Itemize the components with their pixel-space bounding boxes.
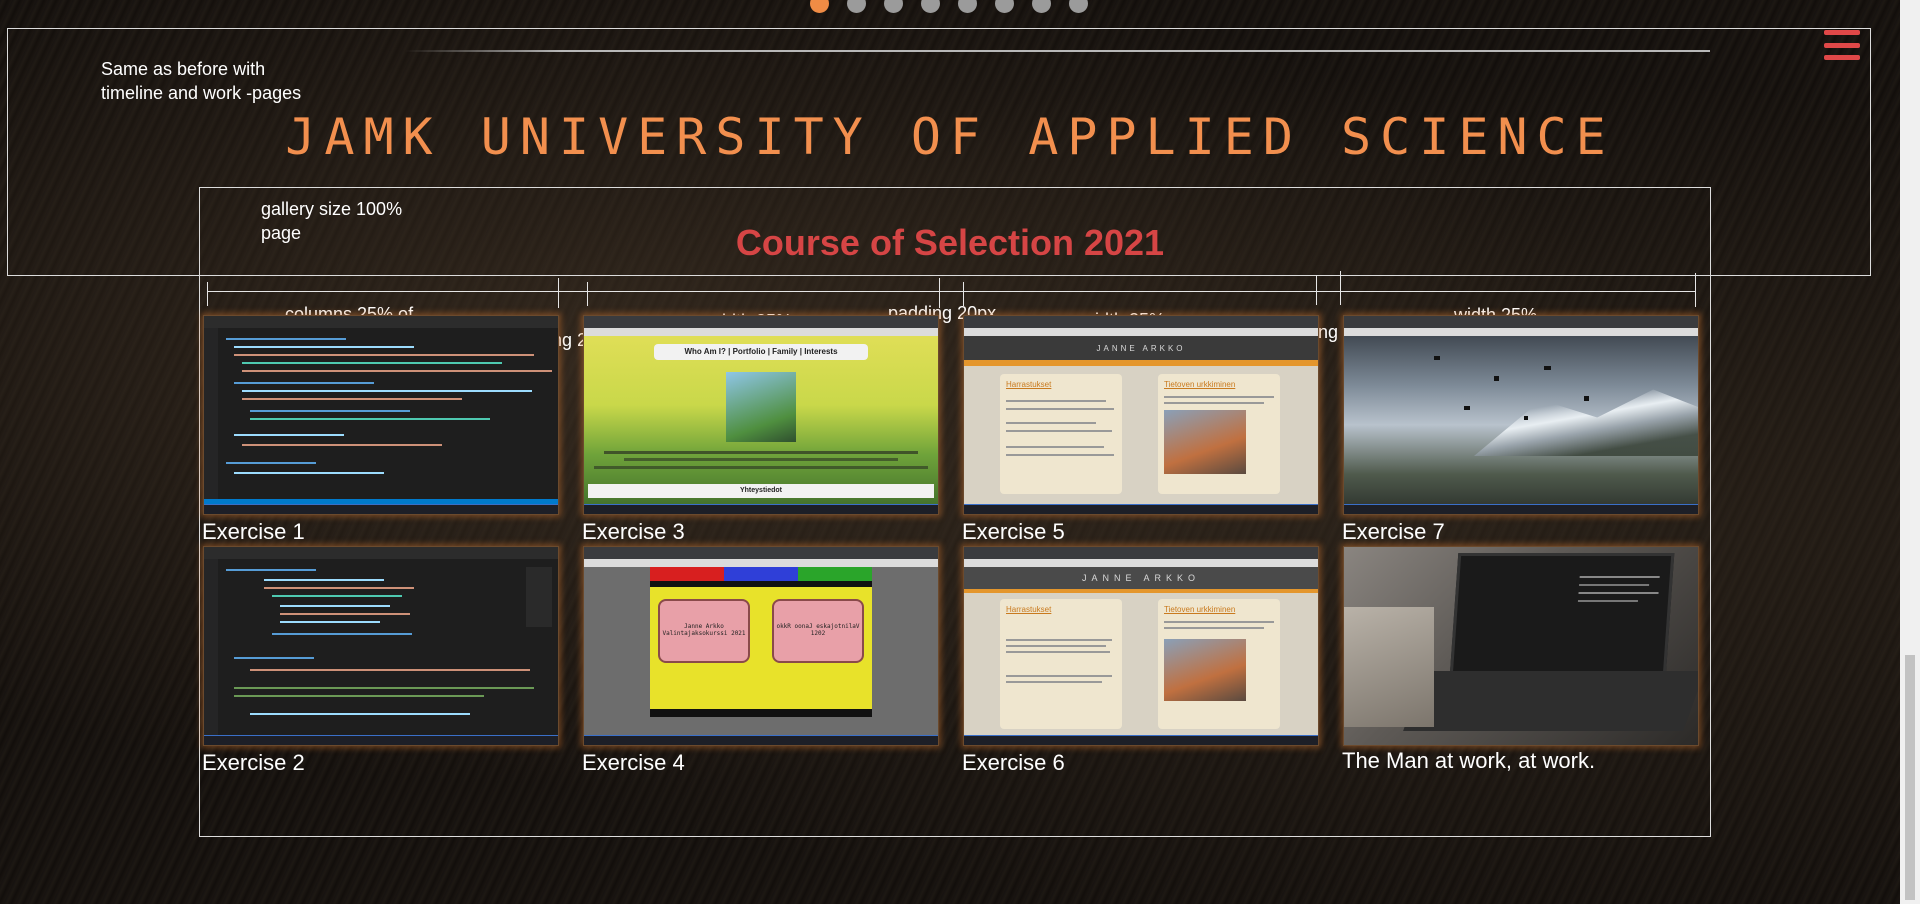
thumb-heading: Harrastukset: [1006, 380, 1052, 389]
menu-bar: [1824, 30, 1860, 35]
pager-dot[interactable]: [1069, 0, 1088, 13]
header-divider: [405, 50, 1710, 52]
gallery-thumbnail-man-at-work[interactable]: [1343, 546, 1699, 746]
measure-tick: [587, 282, 588, 306]
gallery-caption: Exercise 2: [202, 750, 305, 775]
gallery-thumbnail-exercise-2[interactable]: [203, 546, 559, 746]
pager-dot[interactable]: [884, 0, 903, 13]
page-scrollbar[interactable]: [1900, 0, 1920, 904]
menu-bar: [1824, 42, 1860, 48]
gallery-caption: Exercise 4: [582, 750, 685, 775]
measure-tick: [1316, 275, 1317, 305]
gallery-thumbnail-exercise-1[interactable]: [203, 315, 559, 515]
gallery-caption: Exercise 3: [582, 519, 685, 544]
measure-tick: [558, 278, 559, 308]
thumb-heading: Tietoven urkkiminen: [1164, 605, 1236, 614]
gallery-caption: The Man at work, at work.: [1342, 748, 1596, 773]
pager-dot[interactable]: [995, 0, 1014, 13]
thumb-nav-bar: Who Am I? | Portfolio | Family | Interes…: [654, 344, 868, 360]
thumb-brand: JANNE ARKKO: [964, 567, 1318, 589]
pager-dot[interactable]: [847, 0, 866, 13]
thumb-box: Janne Arkko Valintajaksokurssi 2021: [658, 599, 750, 663]
thumb-heading: Tietoven urkkiminen: [1164, 380, 1236, 389]
measure-line: [207, 291, 1695, 292]
menu-bar: [1824, 55, 1860, 60]
gallery-thumbnail-exercise-4[interactable]: Janne Arkko Valintajaksokurssi 2021 okkR…: [583, 546, 939, 746]
pager-dot[interactable]: [1032, 0, 1051, 13]
menu-icon[interactable]: [1824, 30, 1860, 60]
pager-dot[interactable]: [921, 0, 940, 13]
gallery-thumbnail-exercise-3[interactable]: Who Am I? | Portfolio | Family | Interes…: [583, 315, 939, 515]
measure-tick: [207, 282, 208, 306]
gallery-thumbnail-exercise-6[interactable]: JANNE ARKKO Harrastukset Tietoven urkkim…: [963, 546, 1319, 746]
slide-pager: [810, 0, 1088, 13]
measure-tick: [1340, 271, 1341, 305]
gallery-caption: Exercise 7: [1342, 519, 1445, 544]
gallery-thumbnail-exercise-7[interactable]: [1343, 315, 1699, 515]
thumb-box: okkR oonaJ eskajotnilaV 1202: [772, 599, 864, 663]
pager-dot[interactable]: [958, 0, 977, 13]
pager-dot[interactable]: [810, 0, 829, 13]
thumb-heading: Harrastukset: [1006, 605, 1052, 614]
measure-tick: [1695, 273, 1696, 307]
thumb-footer-button: Yhteystiedot: [588, 484, 934, 498]
gallery-caption: Exercise 5: [962, 519, 1065, 544]
scrollbar-thumb[interactable]: [1905, 655, 1915, 900]
gallery-caption: Exercise 1: [202, 519, 305, 544]
page-title: JAMK UNIVERSITY OF APPLIED SCIENCE: [285, 108, 1615, 166]
gallery-caption: Exercise 6: [962, 750, 1065, 775]
gallery-title: Course of Selection 2021: [735, 222, 1165, 263]
gallery-thumbnail-exercise-5[interactable]: JANNE ARKKO Harrastukset Tietoven urkkim…: [963, 315, 1319, 515]
header-annotation: Same as before with timeline and work -p…: [101, 59, 302, 103]
